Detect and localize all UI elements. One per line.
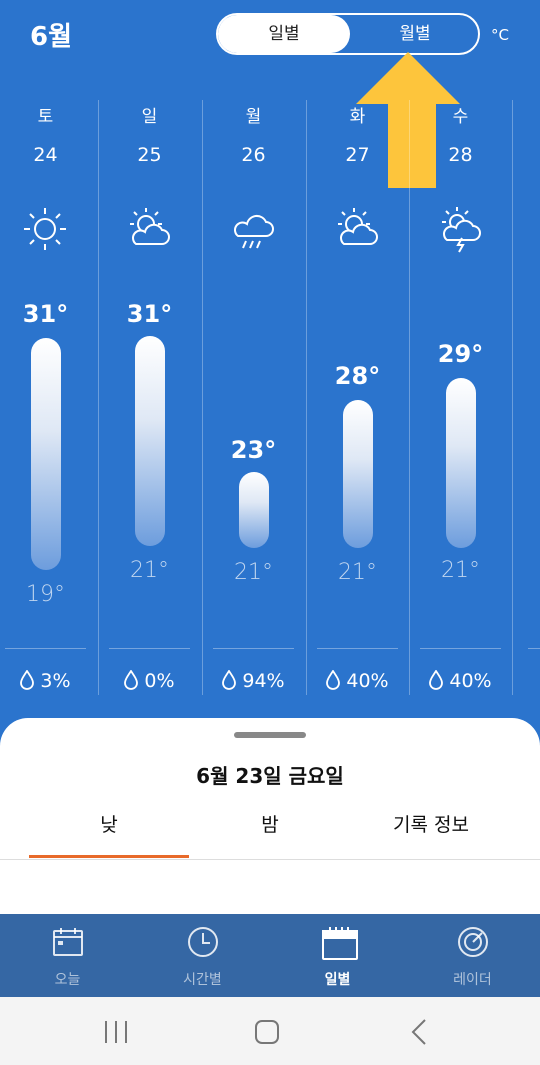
day-column[interactable]: 월 26 23° 21° 94% — [202, 96, 305, 696]
rain-chance: 94% — [202, 669, 305, 692]
temp-range-bar — [446, 378, 476, 548]
temp-range-bar — [31, 338, 61, 570]
temp-range-bar — [135, 336, 165, 546]
tab-day[interactable]: 낮 — [29, 810, 189, 858]
nav-radar[interactable]: 레이더 — [405, 914, 540, 997]
rain-chance-value: 40% — [346, 670, 389, 692]
month-title: 6월 — [30, 22, 73, 52]
tab-records[interactable]: 기록 정보 — [351, 810, 511, 858]
home-icon[interactable] — [247, 1015, 287, 1049]
sun-cloud-icon — [130, 208, 170, 245]
low-temp: 21° — [338, 560, 377, 585]
rain-chance: 3% — [0, 669, 97, 692]
sun-icon — [24, 208, 66, 250]
nav-label: 시간별 — [183, 972, 222, 988]
day-of-week: 수 — [452, 107, 469, 127]
day-of-week: 토 — [37, 107, 54, 127]
day-date: 24 — [33, 144, 58, 166]
day-column[interactable]: 토 24 31° 19° 3% — [0, 96, 97, 696]
tab-night[interactable]: 밤 — [190, 810, 350, 858]
rain-chance-value: 40% — [449, 670, 492, 692]
divider — [317, 648, 398, 649]
divider — [528, 648, 540, 649]
sheet-title: 6월 23일 금요일 — [196, 764, 344, 788]
system-nav-bar — [0, 997, 540, 1065]
rain-chance-value: 3% — [40, 670, 71, 692]
calendar-day-icon — [53, 928, 83, 956]
divider — [420, 648, 501, 649]
rain-chance: 0% — [98, 669, 201, 692]
divider — [5, 648, 86, 649]
radar-icon — [458, 927, 488, 957]
sheet-tabs: 낮 밤 기록 정보 — [0, 810, 540, 860]
bottom-sheet: 6월 23일 금요일 낮 밤 기록 정보 — [0, 718, 540, 914]
low-temp: 21° — [234, 560, 273, 585]
temp-range-bar — [239, 472, 269, 548]
day-column[interactable]: 화 27 28° 21° 40% — [306, 96, 409, 696]
recent-apps-icon[interactable] — [96, 1015, 136, 1049]
day-date: 27 — [345, 144, 370, 166]
day-date: 25 — [137, 144, 162, 166]
sheet-drag-handle[interactable] — [234, 732, 306, 738]
low-temp: 19° — [26, 582, 65, 607]
temp-range-bar — [343, 400, 373, 548]
toggle-monthly[interactable]: 월별 — [350, 15, 480, 53]
high-temp: 31° — [22, 300, 69, 328]
nav-label: 오늘 — [54, 972, 81, 988]
bottom-nav: 오늘 시간별 일별 레이더 — [0, 914, 540, 997]
day-column[interactable]: 수 28 29° 21° 40% — [409, 96, 512, 696]
divider — [213, 648, 294, 649]
day-date: 26 — [241, 144, 266, 166]
nav-label: 일별 — [324, 972, 351, 988]
high-temp: 28° — [334, 362, 381, 390]
unit-toggle[interactable]: °C — [491, 26, 509, 44]
rain-chance: 40% — [409, 669, 512, 692]
high-temp: 23° — [230, 436, 277, 464]
nav-label: 레이더 — [453, 972, 492, 988]
sun-cloud-icon — [338, 208, 378, 245]
day-of-week: 일 — [141, 107, 158, 127]
nav-hourly[interactable]: 시간별 — [135, 914, 270, 997]
high-temp: 29° — [437, 340, 484, 368]
view-toggle: 일별 월별 — [216, 13, 480, 55]
thunder-cloud-icon — [442, 207, 481, 253]
calendar-week-icon — [322, 927, 358, 960]
day-of-week: 화 — [349, 107, 366, 127]
day-of-week: 월 — [245, 107, 262, 127]
nav-today[interactable]: 오늘 — [0, 914, 135, 997]
raindrop-icon — [20, 669, 35, 690]
rain-cloud-icon — [234, 214, 274, 249]
low-temp: 21° — [130, 558, 169, 583]
back-icon[interactable] — [400, 1015, 440, 1049]
daily-forecast: 토 24 31° 19° 3% 일 25 31° 21° 0% 월 26 23°… — [0, 96, 540, 696]
column-separator — [512, 100, 513, 695]
divider — [109, 648, 190, 649]
high-temp: 31° — [126, 300, 173, 328]
rain-chance: 40% — [306, 669, 409, 692]
raindrop-icon — [124, 669, 139, 690]
nav-daily[interactable]: 일별 — [270, 914, 405, 997]
rain-chance-value: 94% — [242, 670, 285, 692]
toggle-daily[interactable]: 일별 — [218, 15, 350, 53]
raindrop-icon — [222, 669, 237, 690]
raindrop-icon — [326, 669, 341, 690]
clock-icon — [188, 927, 218, 957]
raindrop-icon — [429, 669, 444, 690]
day-column[interactable]: 일 25 31° 21° 0% — [98, 96, 201, 696]
rain-chance-value: 0% — [144, 670, 175, 692]
low-temp: 21° — [441, 558, 480, 583]
day-date: 28 — [448, 144, 473, 166]
